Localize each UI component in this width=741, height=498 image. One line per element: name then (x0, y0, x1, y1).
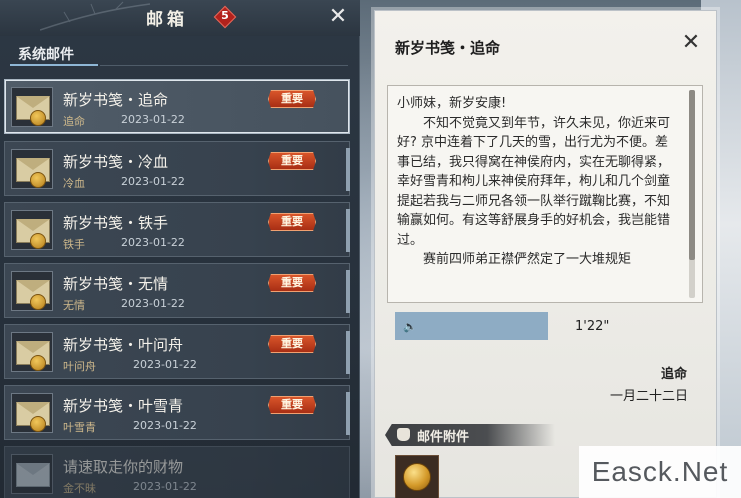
letter-signature: 追命 (661, 367, 688, 382)
unread-count-badge: 5 (213, 5, 237, 29)
mail-sender: 追命 (63, 115, 85, 128)
mail-sender: 无情 (63, 299, 85, 312)
seal-icon (30, 172, 46, 188)
mail-title: 新岁书笺・铁手 (63, 214, 169, 232)
important-badge: 重要 (268, 213, 316, 231)
mail-item[interactable]: 新岁书笺・追命 追命 2023-01-22 重要 (4, 79, 350, 134)
envelope-icon (11, 454, 53, 494)
mail-date: 2023-01-22 (121, 297, 185, 310)
letter-scrollbar[interactable] (689, 90, 695, 298)
seal-icon (30, 355, 46, 371)
seal-icon (30, 294, 46, 310)
letter-greeting: 小师妹，新岁安康! (397, 96, 507, 111)
mail-date: 2023-01-22 (121, 175, 185, 188)
tab-system-mail[interactable]: 系统邮件 (8, 42, 98, 66)
important-badge: 重要 (268, 335, 316, 353)
mail-date: 2023-01-22 (133, 419, 197, 432)
mail-item[interactable]: 请速取走你的财物 金不昧 2023-01-22 (4, 446, 350, 498)
close-letter-button[interactable]: ✕ (680, 32, 702, 55)
letter-body[interactable]: 小师妹，新岁安康! 不知不觉竟又到年节，许久未见，你近来可好? 京中连着下了几天… (387, 85, 703, 303)
envelope-icon (11, 271, 53, 311)
letter-text: 小师妹，新岁安康! 不知不觉竟又到年节，许久未见，你近来可好? 京中连着下了几天… (397, 94, 677, 270)
mail-date: 2023-01-22 (121, 236, 185, 249)
mail-date: 2023-01-22 (133, 358, 197, 371)
tab-system-mail-label: 系统邮件 (18, 47, 74, 63)
watermark: Easck.Net (579, 446, 741, 498)
mail-date: 2023-01-22 (121, 113, 185, 126)
unread-count: 5 (221, 9, 229, 22)
letter-date: 一月二十二日 (610, 389, 689, 404)
branch-decoration-icon (40, 1, 150, 31)
mail-sender: 叶雪青 (63, 421, 96, 434)
close-mailbox-button[interactable]: ✕ (327, 6, 349, 29)
mail-item[interactable]: 新岁书笺・冷血 冷血 2023-01-22 重要 (4, 141, 350, 196)
attachments-label: 邮件附件 (417, 430, 470, 445)
tab-underline (10, 64, 98, 66)
voice-play-button[interactable]: 🔈 (395, 312, 548, 340)
coin-icon (403, 463, 431, 491)
envelope-icon (11, 87, 53, 127)
seal-icon (30, 416, 46, 432)
envelope-icon (11, 332, 53, 372)
letter-paragraph: 不知不觉竟又到年节，许久未见，你近来可好? 京中连着下了几天的雪，出行尤为不便。… (397, 115, 671, 248)
bag-icon (397, 428, 410, 441)
mail-sender: 叶问舟 (63, 360, 96, 373)
letter-title: 新岁书笺・追命 (395, 39, 501, 57)
mail-item[interactable]: 新岁书笺・叶雪青 叶雪青 2023-01-22 重要 (4, 385, 350, 440)
attachment-item[interactable] (395, 455, 439, 498)
seal-icon (30, 233, 46, 249)
important-badge: 重要 (268, 90, 316, 108)
letter-panel: 新岁书笺・追命 ✕ 小师妹，新岁安康! 不知不觉竟又到年节，许久未见，你近来可好… (374, 10, 717, 498)
letter-paragraph: 赛前四师弟正襟俨然定了一大堆规矩 (423, 252, 632, 267)
important-badge: 重要 (268, 274, 316, 292)
mail-item[interactable]: 新岁书笺・铁手 铁手 2023-01-22 重要 (4, 202, 350, 257)
mail-item[interactable]: 新岁书笺・叶问舟 叶问舟 2023-01-22 重要 (4, 324, 350, 379)
mailbox-title: 邮箱 (146, 10, 188, 30)
envelope-icon (11, 210, 53, 250)
mail-sender: 金不昧 (63, 482, 96, 495)
important-badge: 重要 (268, 396, 316, 414)
mail-title: 请速取走你的财物 (63, 458, 184, 476)
mail-title: 新岁书笺・叶雪青 (63, 397, 184, 415)
important-badge: 重要 (268, 152, 316, 170)
scrollbar-thumb[interactable] (689, 90, 695, 260)
audio-duration: 1'22" (575, 319, 610, 334)
mail-item[interactable]: 新岁书笺・无情 无情 2023-01-22 重要 (4, 263, 350, 318)
envelope-icon (11, 393, 53, 433)
mail-sender: 铁手 (63, 238, 85, 251)
mail-date: 2023-01-22 (133, 480, 197, 493)
speaker-icon: 🔈 (403, 320, 417, 333)
mail-sender: 冷血 (63, 177, 85, 190)
title-bar: 邮箱 5 ✕ (0, 0, 360, 36)
attachments-header: 邮件附件 (385, 424, 555, 446)
mail-title: 新岁书笺・叶问舟 (63, 336, 184, 354)
seal-icon (30, 110, 46, 126)
envelope-icon (11, 149, 53, 189)
section-divider (100, 65, 348, 66)
mailbox-panel: 邮箱 5 ✕ 系统邮件 新岁书笺・追命 追命 2023-01-22 重要 新岁书… (0, 0, 360, 498)
mail-title: 新岁书笺・无情 (63, 275, 169, 293)
mail-title: 新岁书笺・冷血 (63, 153, 169, 171)
mail-title: 新岁书笺・追命 (63, 91, 169, 109)
